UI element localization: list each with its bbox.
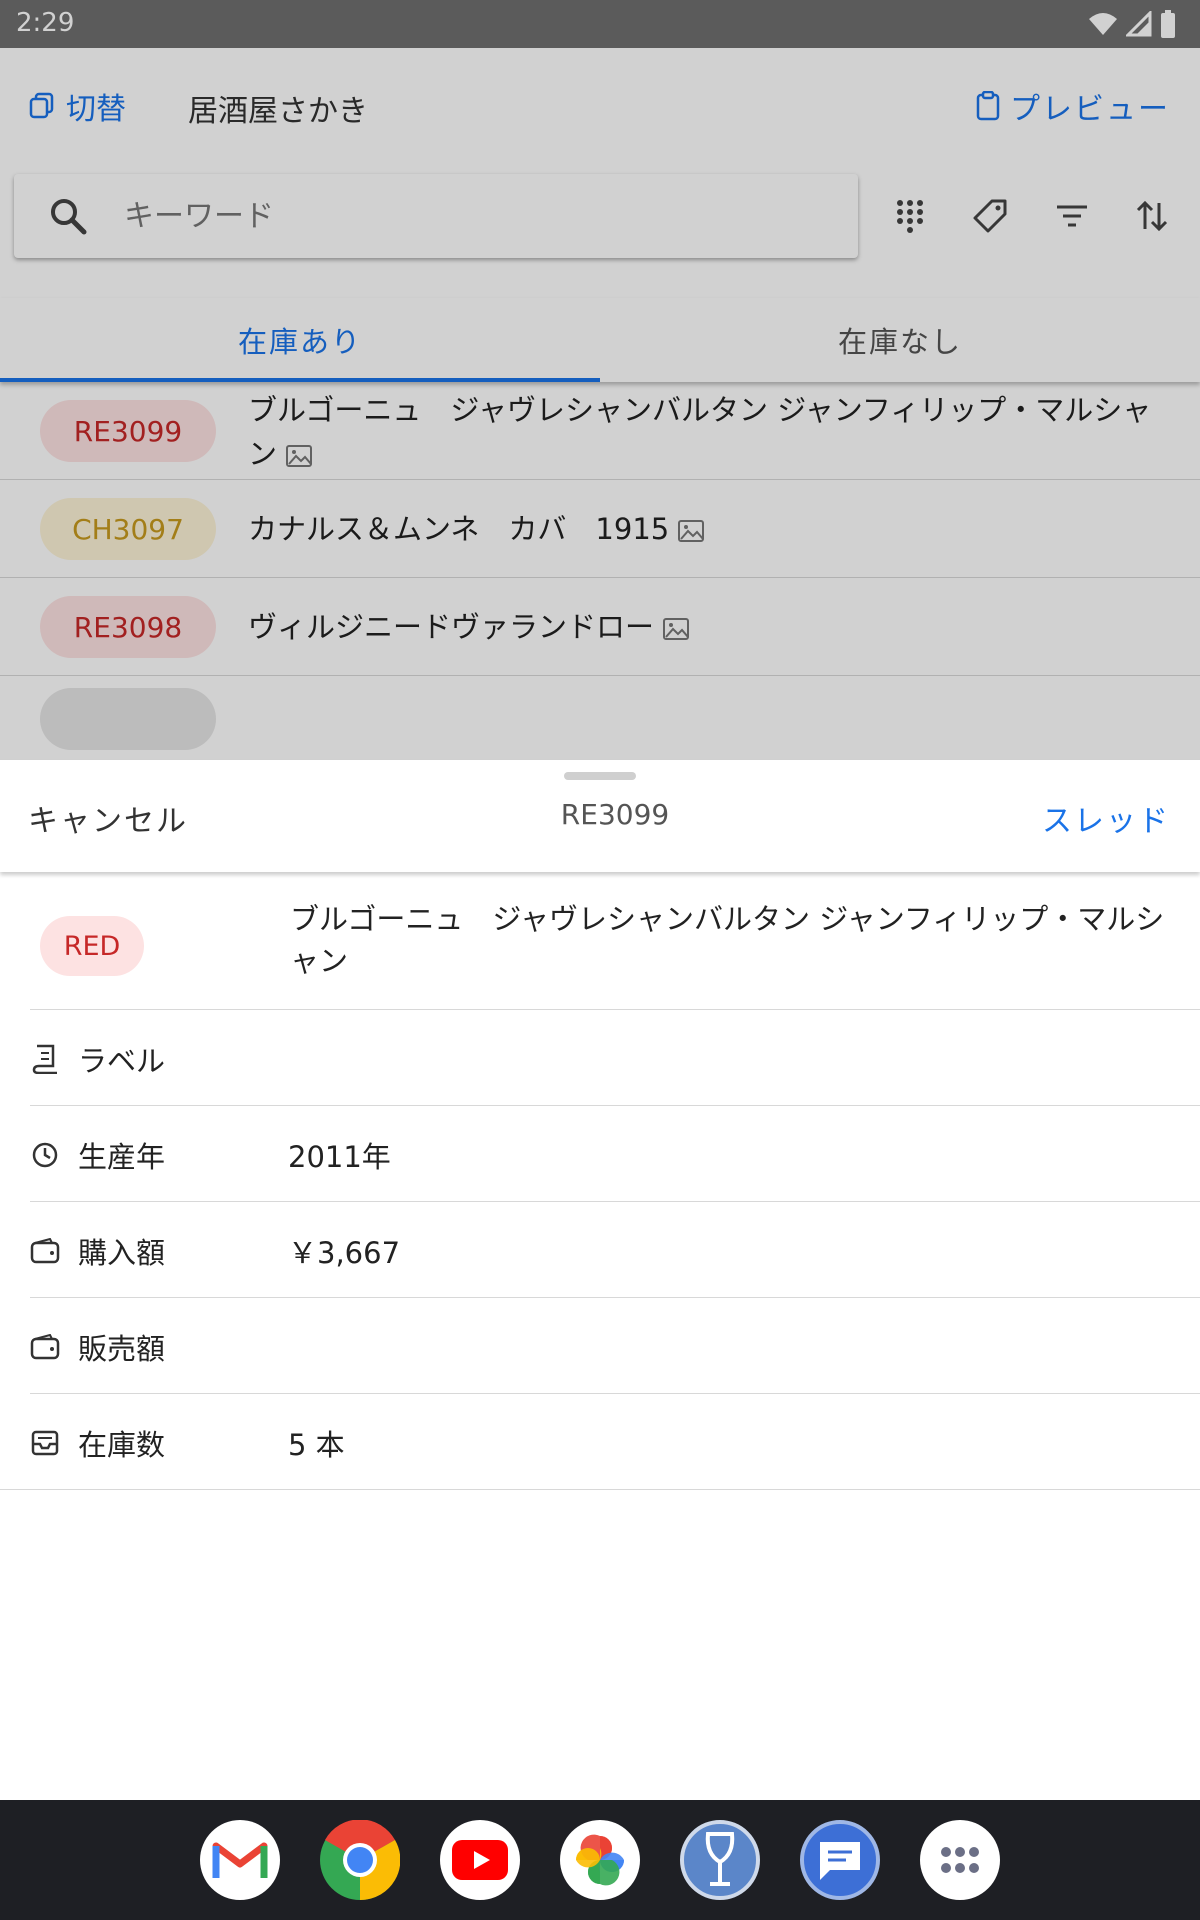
photos-icon[interactable] <box>560 1820 640 1900</box>
field-value: ￥3,667 <box>288 1236 401 1270</box>
detail-sheet: キャンセル RE3099 スレッド RED ブルゴーニュ ジャヴレシャンバルタン… <box>0 760 1200 1800</box>
sheet-title: RE3099 <box>560 798 670 831</box>
field-label-text: ラベル <box>78 1044 166 1078</box>
field-purchase-price[interactable]: 購入額 ￥3,667 <box>30 1202 1200 1298</box>
detail-wine-name: ブルゴーニュ ジャヴレシャンバルタン ジャンフィリップ・マルシャン <box>290 902 1165 978</box>
field-vintage[interactable]: 生産年 2011年 <box>30 1106 1200 1202</box>
sheet-header: キャンセル RE3099 スレッド <box>0 760 1200 872</box>
field-value: 2011年 <box>288 1140 391 1174</box>
color-tag-badge: RED <box>40 916 144 976</box>
modal-scrim[interactable] <box>0 0 1200 760</box>
field-stock-count[interactable]: 在庫数 5 本 <box>0 1394 1200 1490</box>
thread-button[interactable]: スレッド <box>1042 796 1170 840</box>
wallet-icon <box>30 1332 60 1362</box>
detail-header: RED ブルゴーニュ ジャヴレシャンバルタン ジャンフィリップ・マルシャン <box>30 872 1200 1010</box>
field-sale-price[interactable]: 販売額 <box>30 1298 1200 1394</box>
messages-icon[interactable] <box>800 1820 880 1900</box>
app-dock <box>0 1800 1200 1920</box>
gmail-icon[interactable] <box>200 1820 280 1900</box>
label-icon <box>30 1044 60 1074</box>
youtube-icon[interactable] <box>440 1820 520 1900</box>
field-label[interactable]: ラベル <box>30 1010 1200 1106</box>
chrome-icon[interactable] <box>320 1820 400 1900</box>
wine-app-icon[interactable] <box>680 1820 760 1900</box>
wallet-icon <box>30 1236 60 1266</box>
field-label-text: 在庫数 <box>78 1428 166 1462</box>
clock-icon <box>30 1140 60 1170</box>
drag-handle[interactable] <box>564 772 636 780</box>
field-label-text: 生産年 <box>78 1140 166 1174</box>
field-value: 5 本 <box>288 1428 345 1462</box>
inbox-icon <box>30 1428 60 1458</box>
field-label-text: 購入額 <box>78 1236 166 1270</box>
app-drawer-icon[interactable] <box>920 1820 1000 1900</box>
field-label-text: 販売額 <box>78 1332 166 1366</box>
